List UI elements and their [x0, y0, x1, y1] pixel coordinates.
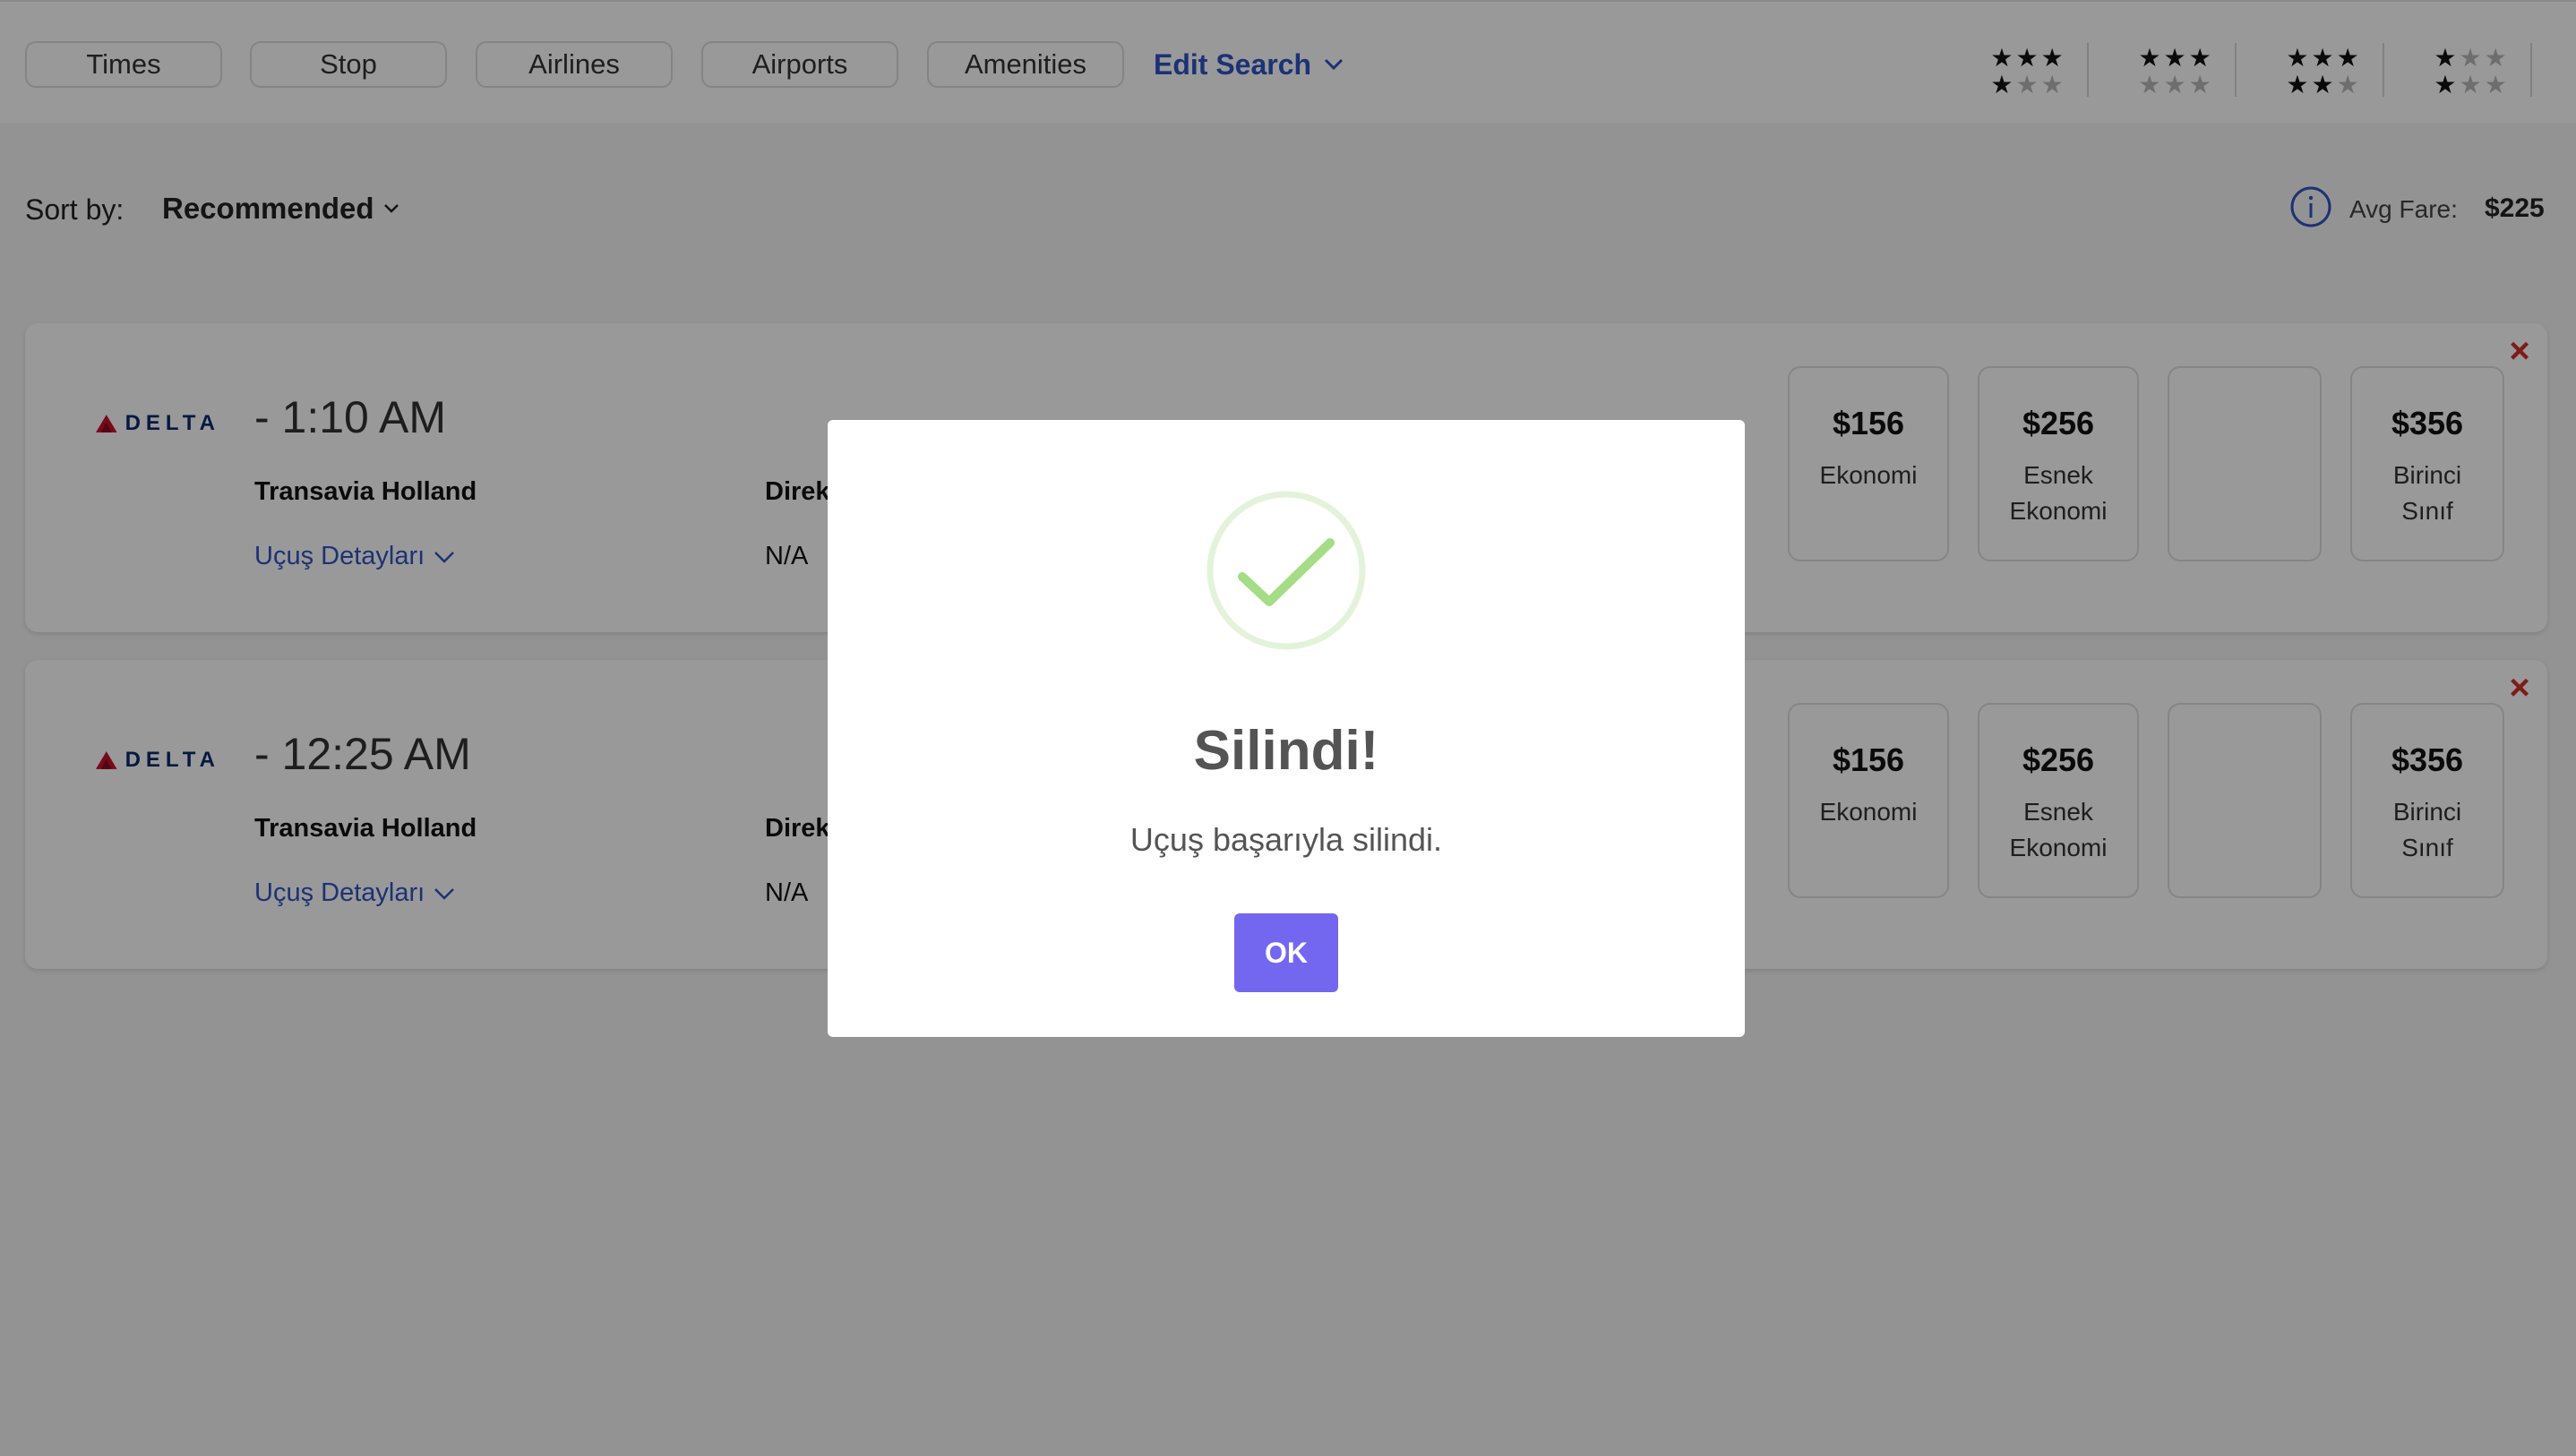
- check-circle-icon: [1206, 491, 1366, 650]
- success-dialog: Silindi! Uçuş başarıyla silindi. OK: [828, 420, 1745, 1037]
- dialog-message: Uçuş başarıyla silindi.: [1129, 821, 1443, 858]
- ok-button[interactable]: OK: [1234, 913, 1338, 992]
- dialog-title: Silindi!: [1193, 720, 1379, 782]
